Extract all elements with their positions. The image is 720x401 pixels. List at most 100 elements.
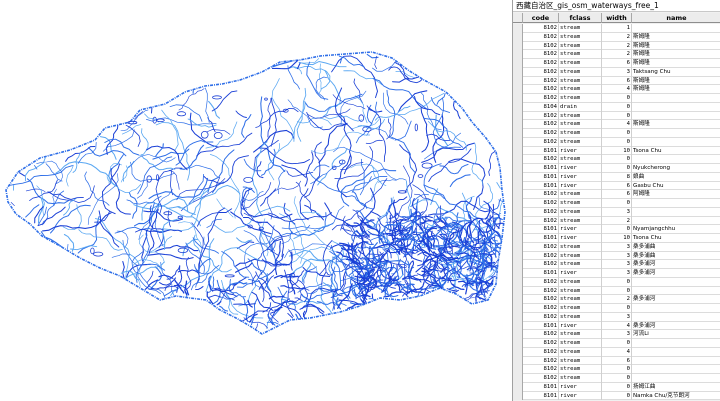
table-row[interactable]: 8102 stream 0 bbox=[513, 199, 720, 208]
cell-fclass[interactable]: stream bbox=[559, 286, 602, 296]
table-row[interactable]: 8102 stream 0 bbox=[513, 365, 720, 374]
row-selector[interactable] bbox=[513, 50, 523, 59]
table-row[interactable]: 8102 stream 3 bbox=[513, 312, 720, 322]
row-selector[interactable] bbox=[513, 374, 523, 383]
table-row[interactable]: 8102 stream 3 桑多浦河 bbox=[513, 260, 720, 269]
cell-name[interactable]: 斯姆隆 bbox=[632, 50, 720, 59]
cell-name[interactable]: Tsona Chu bbox=[632, 147, 720, 156]
row-selector[interactable] bbox=[513, 67, 523, 77]
row-selector[interactable] bbox=[513, 172, 523, 182]
row-selector[interactable] bbox=[513, 102, 523, 112]
table-row[interactable]: 8102 stream 6 bbox=[513, 356, 720, 366]
cell-width[interactable]: 0 bbox=[602, 102, 632, 112]
cell-fclass[interactable]: stream bbox=[559, 242, 602, 252]
cell-fclass[interactable]: river bbox=[559, 164, 602, 173]
table-row[interactable]: 8102 stream 0 bbox=[513, 304, 720, 313]
attribute-table-window[interactable]: 西藏自治区_gis_osm_waterways_free_1 code fcla… bbox=[512, 0, 720, 401]
cell-width[interactable]: 0 bbox=[602, 155, 632, 164]
table-row[interactable]: 8102 stream 2 斯姆隆 bbox=[513, 32, 720, 42]
cell-name[interactable] bbox=[632, 339, 720, 348]
table-row[interactable]: 8102 stream 6 斯姆隆 bbox=[513, 59, 720, 68]
row-selector[interactable] bbox=[513, 277, 523, 287]
cell-fclass[interactable]: stream bbox=[559, 50, 602, 59]
cell-width[interactable]: 3 bbox=[602, 269, 632, 278]
cell-code[interactable]: 8102 bbox=[523, 24, 559, 33]
row-selector[interactable] bbox=[513, 32, 523, 42]
cell-fclass[interactable]: river bbox=[559, 146, 602, 156]
cell-width[interactable]: 0 bbox=[602, 374, 632, 383]
cell-fclass[interactable]: stream bbox=[559, 76, 602, 86]
cell-name[interactable] bbox=[632, 129, 720, 138]
column-header-width[interactable]: width bbox=[602, 13, 632, 23]
table-row[interactable]: 8102 stream 2 桑多浦河 bbox=[513, 295, 720, 304]
cell-name[interactable] bbox=[632, 313, 720, 322]
table-row[interactable]: 8102 stream 0 bbox=[513, 129, 720, 138]
table-row[interactable]: 8102 stream 6 斯姆隆 bbox=[513, 76, 720, 86]
cell-width[interactable]: 3 bbox=[602, 242, 632, 252]
table-row[interactable]: 8102 stream 3 桑多浦曲 bbox=[513, 242, 720, 252]
row-selector[interactable] bbox=[513, 190, 523, 199]
cell-fclass[interactable]: stream bbox=[559, 260, 602, 269]
column-header-name[interactable]: name bbox=[632, 13, 720, 23]
row-selector[interactable] bbox=[513, 85, 523, 94]
cell-fclass[interactable]: river bbox=[559, 181, 602, 191]
cell-code[interactable]: 8102 bbox=[523, 59, 559, 68]
cell-fclass[interactable]: stream bbox=[559, 32, 602, 42]
cell-code[interactable]: 8101 bbox=[523, 321, 559, 331]
cell-fclass[interactable]: river bbox=[559, 172, 602, 182]
cell-code[interactable]: 8102 bbox=[523, 129, 559, 138]
table-row[interactable]: 8102 stream 0 bbox=[513, 155, 720, 164]
waterways-map[interactable] bbox=[0, 0, 512, 401]
row-selector[interactable] bbox=[513, 339, 523, 348]
cell-width[interactable]: 10 bbox=[602, 234, 632, 243]
cell-code[interactable]: 8102 bbox=[523, 251, 559, 261]
cell-code[interactable]: 8101 bbox=[523, 382, 559, 392]
cell-width[interactable]: 2 bbox=[602, 32, 632, 42]
table-row[interactable]: 8102 stream 0 bbox=[513, 137, 720, 147]
row-selector[interactable] bbox=[513, 365, 523, 374]
cell-fclass[interactable]: stream bbox=[559, 41, 602, 51]
table-row[interactable]: 8101 river 6 Gasbu Chu bbox=[513, 181, 720, 191]
cell-code[interactable]: 8102 bbox=[523, 330, 559, 339]
cell-code[interactable]: 8101 bbox=[523, 146, 559, 156]
cell-code[interactable]: 8102 bbox=[523, 365, 559, 374]
cell-code[interactable]: 8102 bbox=[523, 374, 559, 383]
table-row[interactable]: 8102 stream 0 bbox=[513, 286, 720, 296]
table-row[interactable]: 8101 river 0 扬姆江曲 bbox=[513, 382, 720, 392]
table-row[interactable]: 8102 stream 4 斯姆隆 bbox=[513, 85, 720, 94]
cell-name[interactable]: 斯姆隆 bbox=[632, 120, 720, 129]
cell-fclass[interactable]: stream bbox=[559, 155, 602, 164]
table-row[interactable]: 8102 stream 3 Taktsang Chu bbox=[513, 67, 720, 77]
cell-name[interactable]: 桑多浦河 bbox=[632, 260, 720, 269]
cell-fclass[interactable]: stream bbox=[559, 199, 602, 208]
cell-width[interactable]: 0 bbox=[602, 286, 632, 296]
cell-fclass[interactable]: stream bbox=[559, 24, 602, 33]
map-view[interactable] bbox=[0, 0, 512, 401]
table-row[interactable]: 8101 river 10 Tsona Chu bbox=[513, 146, 720, 156]
cell-code[interactable]: 8102 bbox=[523, 347, 559, 357]
table-row[interactable]: 8102 stream 4 bbox=[513, 347, 720, 357]
table-row[interactable]: 8104 drain 0 bbox=[513, 102, 720, 112]
cell-width[interactable]: 2 bbox=[602, 41, 632, 51]
cell-name[interactable]: 斯姆隆 bbox=[632, 77, 720, 86]
cell-name[interactable]: Namka Chu/克节朗河 bbox=[632, 392, 720, 401]
cell-width[interactable]: 1 bbox=[602, 24, 632, 33]
cell-code[interactable]: 8102 bbox=[523, 155, 559, 164]
cell-fclass[interactable]: river bbox=[559, 391, 602, 401]
cell-fclass[interactable]: stream bbox=[559, 111, 602, 121]
cell-width[interactable]: 6 bbox=[602, 59, 632, 68]
row-selector[interactable] bbox=[513, 146, 523, 156]
cell-width[interactable]: 6 bbox=[602, 356, 632, 366]
cell-name[interactable] bbox=[632, 287, 720, 296]
row-selector[interactable] bbox=[513, 216, 523, 226]
table-row[interactable]: 8102 stream 6 阿姆隆 bbox=[513, 190, 720, 199]
row-selector[interactable] bbox=[513, 199, 523, 208]
cell-width[interactable]: 0 bbox=[602, 137, 632, 147]
cell-name[interactable] bbox=[632, 357, 720, 366]
cell-fclass[interactable]: stream bbox=[559, 365, 602, 374]
table-row[interactable]: 8102 stream 2 斯姆隆 bbox=[513, 50, 720, 59]
cell-fclass[interactable]: stream bbox=[559, 207, 602, 217]
cell-fclass[interactable]: stream bbox=[559, 251, 602, 261]
row-selector[interactable] bbox=[513, 164, 523, 173]
cell-code[interactable]: 8102 bbox=[523, 260, 559, 269]
